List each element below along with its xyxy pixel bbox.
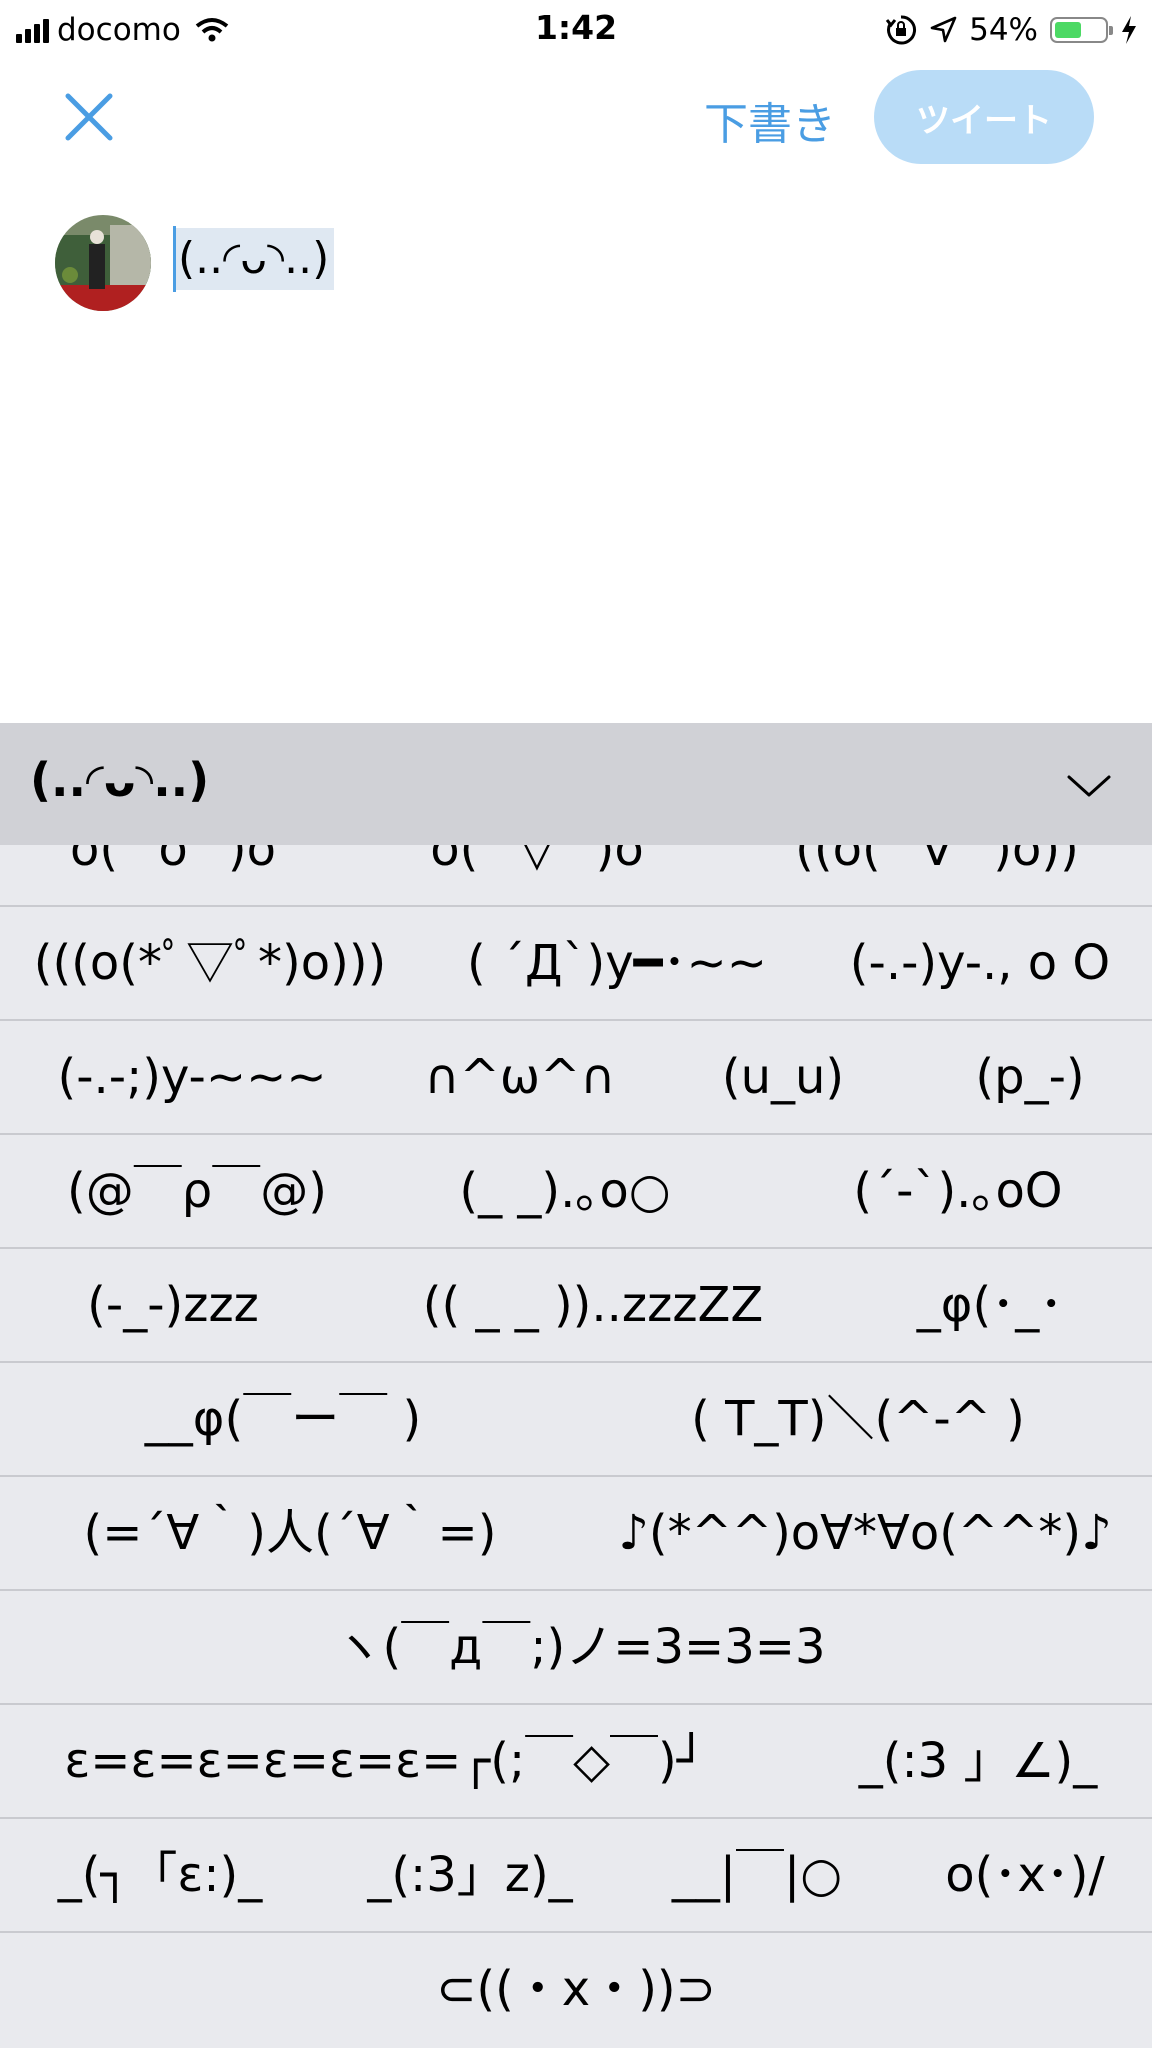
kaomoji-candidate[interactable]: (@￣ρ￣@) xyxy=(67,1135,327,1247)
candidate-row: __φ(￣ー￣ ) ( T_T)＼(^-^ ) xyxy=(0,1363,1152,1477)
status-bar: docomo 1:42 54% xyxy=(0,0,1152,58)
avatar xyxy=(55,215,151,311)
battery-fill xyxy=(1055,22,1081,38)
kaomoji-candidate[interactable]: (p_-) xyxy=(975,1021,1084,1133)
candidate-row: _(┐「ε:)_ _(:3」z)_ __|￣|○ o(･x･)/ xyxy=(0,1819,1152,1933)
candidate-row: (=´∀｀)人(´∀｀=) ♪(*^^)o∀*∀o(^^*)♪ xyxy=(0,1477,1152,1591)
candidate-row: ε=ε=ε=ε=ε=ε=┌(;￣◇￣)┘ _(:3 」∠)_ xyxy=(0,1705,1152,1819)
kaomoji-candidate-list: o(^o^)o o(^▽^)o ((o(^∇^)o)) (((o(*ﾟ▽ﾟ*)o… xyxy=(0,845,1152,2048)
kaomoji-candidate[interactable]: o(^▽^)o xyxy=(430,845,644,905)
kaomoji-candidate[interactable]: __φ(￣ー￣ ) xyxy=(145,1363,421,1475)
kaomoji-candidate[interactable]: ⊂((・x・))⊃ xyxy=(436,1933,716,2045)
candidate-row: (((o(*ﾟ▽ﾟ*)o))) ( ´Д`)y━･~~ (-.-)y-., o … xyxy=(0,907,1152,1021)
kaomoji-candidate[interactable]: (_ _).｡o○ xyxy=(459,1135,670,1247)
candidate-row: ⊂((・x・))⊃ xyxy=(0,1933,1152,2047)
chevron-down-icon[interactable] xyxy=(1066,763,1112,809)
kaomoji-candidate[interactable]: ((o(^∇^)o)) xyxy=(795,845,1079,905)
kaomoji-candidate[interactable]: o(^o^)o xyxy=(70,845,276,905)
text-caret xyxy=(173,226,176,292)
kaomoji-candidate[interactable]: (( _ _ ))..zzzZZ xyxy=(423,1249,764,1361)
drafts-button[interactable]: 下書き xyxy=(704,88,836,152)
battery-icon xyxy=(1050,17,1113,43)
battery-percent: 54% xyxy=(969,12,1038,48)
candidate-row: ヽ(￣д￣;)ノ=3=3=3 xyxy=(0,1591,1152,1705)
kaomoji-candidate[interactable]: ∩^ω^∩ xyxy=(425,1021,616,1133)
kaomoji-candidate[interactable]: ♪(*^^)o∀*∀o(^^*)♪ xyxy=(618,1477,1111,1589)
current-candidate[interactable]: (..◜ᴗ◝..) xyxy=(30,753,209,807)
charging-icon xyxy=(1122,16,1136,44)
orientation-lock-icon xyxy=(885,15,917,45)
keyboard-candidate-bar: (..◜ᴗ◝..) xyxy=(0,723,1152,845)
kaomoji-candidate[interactable]: (=´∀｀)人(´∀｀=) xyxy=(83,1477,496,1589)
kaomoji-candidate[interactable]: ( ´Д`)y━･~~ xyxy=(467,907,767,1019)
kaomoji-candidate[interactable]: (-.-)y-., o O xyxy=(850,907,1110,1019)
avatar-image xyxy=(55,215,151,311)
kaomoji-candidate[interactable]: (´-`).｡oO xyxy=(853,1135,1062,1247)
kaomoji-candidate[interactable]: (-.-;)y-~~~ xyxy=(57,1021,326,1133)
kaomoji-candidate[interactable]: __|￣|○ xyxy=(672,1819,842,1931)
kaomoji-candidate[interactable]: (u_u) xyxy=(722,1021,844,1133)
kaomoji-candidate[interactable]: ヽ(￣д￣;)ノ=3=3=3 xyxy=(334,1591,825,1703)
kaomoji-candidate[interactable]: _(┐「ε:)_ xyxy=(58,1819,262,1931)
kaomoji-candidate[interactable]: ( T_T)＼(^-^ ) xyxy=(691,1363,1025,1475)
candidate-row: (@￣ρ￣@) (_ _).｡o○ (´-`).｡oO xyxy=(0,1135,1152,1249)
location-icon xyxy=(930,16,957,43)
tweet-button[interactable]: ツイート xyxy=(874,70,1094,164)
status-right: 54% xyxy=(885,10,1138,50)
candidate-row: (-.-;)y-~~~ ∩^ω^∩ (u_u) (p_-) xyxy=(0,1021,1152,1135)
kaomoji-candidate[interactable]: (-_-)zzz xyxy=(87,1249,259,1361)
kaomoji-candidate[interactable]: ε=ε=ε=ε=ε=ε=┌(;￣◇￣)┘ xyxy=(64,1705,705,1817)
tweet-text-selection[interactable]: (..◜ᴗ◝..) xyxy=(173,228,335,290)
kaomoji-candidate[interactable]: _(:3 」∠)_ xyxy=(859,1705,1097,1817)
kaomoji-candidate[interactable]: (((o(*ﾟ▽ﾟ*)o))) xyxy=(34,907,387,1019)
kaomoji-candidate[interactable]: _(:3」z)_ xyxy=(367,1819,572,1931)
kaomoji-candidate[interactable]: o(･x･)/ xyxy=(945,1819,1104,1931)
kaomoji-candidate[interactable]: _φ(･_･ xyxy=(917,1249,1063,1361)
close-icon[interactable] xyxy=(62,90,116,144)
candidate-row: (-_-)zzz (( _ _ ))..zzzZZ _φ(･_･ xyxy=(0,1249,1152,1363)
candidate-row: o(^o^)o o(^▽^)o ((o(^∇^)o)) xyxy=(0,845,1152,907)
